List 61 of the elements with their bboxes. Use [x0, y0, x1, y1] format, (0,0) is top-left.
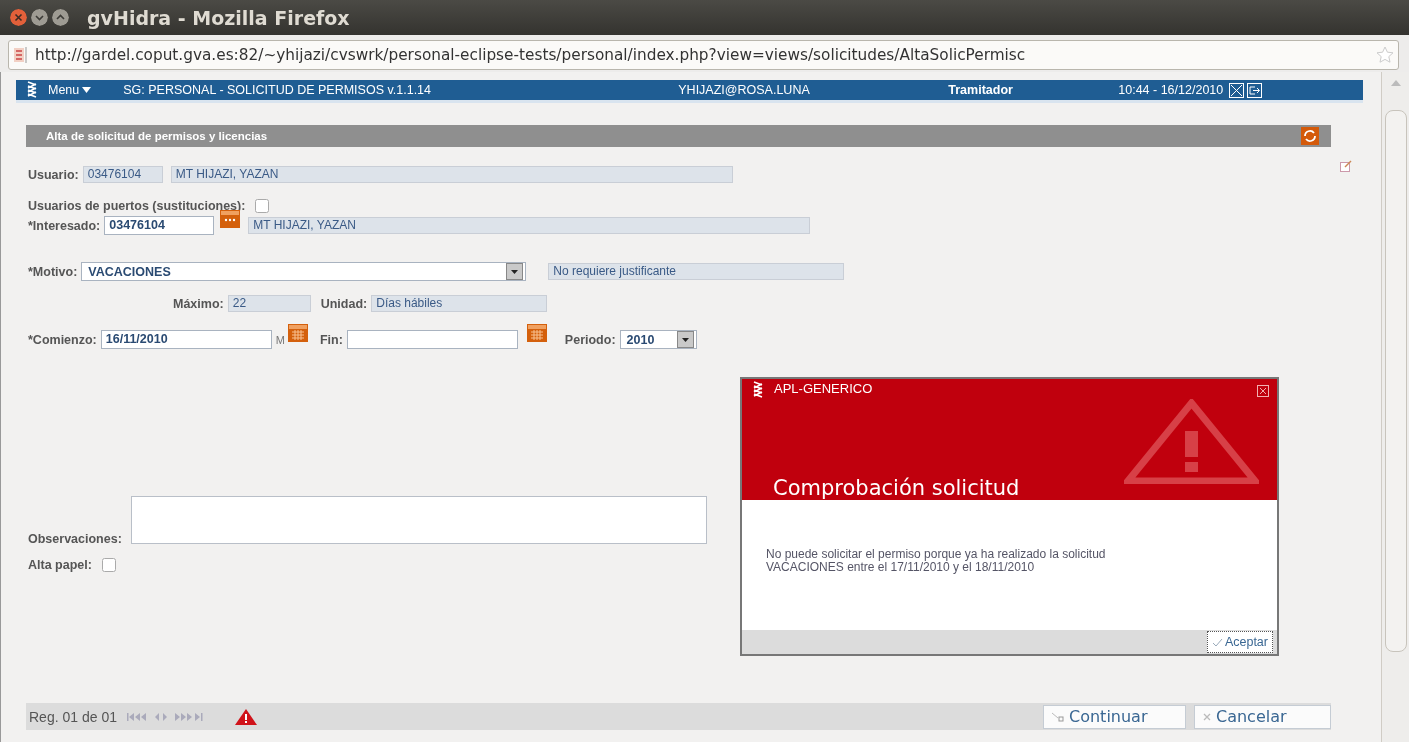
reason-dropdown[interactable]: VACACIONES	[81, 262, 527, 281]
logout-icon[interactable]	[1247, 82, 1263, 98]
logo-icon	[26, 81, 38, 99]
read-only-field: 03476104	[82, 166, 163, 183]
logo-icon	[752, 381, 764, 399]
caret-icon	[511, 269, 519, 274]
minimize-icon[interactable]	[31, 9, 48, 26]
field-label: Observaciones:	[28, 532, 122, 546]
user-name: YHIJAZI@ROSA.LUNA	[678, 83, 811, 97]
maximize-icon[interactable]	[52, 9, 69, 26]
warning-icon[interactable]	[234, 708, 257, 725]
date-time: 10:44 - 16/12/2010	[1118, 83, 1224, 97]
read-only-field: MT HIJAZI, YAZAN	[170, 166, 733, 183]
user-role: Tramitador	[948, 83, 1014, 97]
window-title: gvHidra - Mozilla Firefox	[87, 6, 350, 29]
star-icon[interactable]	[1376, 46, 1394, 64]
field-label: Alta papel:	[28, 558, 92, 572]
field-label: Unidad:	[320, 296, 368, 311]
date-field[interactable]: 16/11/2010	[100, 330, 272, 349]
field-label: *Comienzo:	[28, 332, 97, 347]
checkbox[interactable]	[101, 558, 116, 572]
field-label: *Interesado:	[28, 218, 101, 233]
date-format-label: M	[275, 333, 285, 346]
field-label: Periodo:	[564, 332, 616, 347]
read-only-field: Días hábiles	[371, 295, 548, 312]
record-counter: Reg. 01 de 01	[29, 708, 117, 725]
dialog-message: No puede solicitar el permiso porque ya ha realizado la solicitud VACACIONES entre el 17/11/2010 y el 18/11/2010	[766, 548, 1107, 574]
year-dropdown[interactable]: 2010	[619, 330, 697, 349]
read-only-field: 22	[227, 295, 311, 312]
dialog-title: Comprobación solicitud	[773, 476, 1020, 500]
close-icon[interactable]	[10, 9, 27, 26]
field-label: Usuarios de puertos (sustituciones):	[28, 199, 246, 213]
menu-button[interactable]: Menu	[48, 83, 92, 97]
caret-icon	[681, 337, 689, 342]
refresh-icon[interactable]	[1301, 127, 1319, 145]
field-label: *Motivo:	[28, 264, 78, 279]
warning-icon	[1124, 399, 1259, 484]
dialog-app-name: APL-GENERICO	[774, 381, 873, 396]
address-field[interactable]: http://gardel.coput.gva.es:82/~yhijazi/cvswrk/personal-eclipse-tests/personal/index.php?view=views/solicitudes/AltaSolicPermisc	[8, 40, 1399, 70]
read-only-field: No requiere justificante	[548, 263, 845, 280]
check-icon	[1211, 637, 1223, 647]
caret-icon	[82, 87, 92, 93]
close-icon[interactable]	[1257, 385, 1269, 397]
cancel-button[interactable]: Cancelar	[1194, 704, 1331, 729]
accept-button[interactable]: Aceptar	[1206, 631, 1273, 653]
calendar-icon[interactable]	[287, 324, 308, 342]
edit-icon[interactable]	[1340, 160, 1352, 172]
read-only-field: MT HIJAZI, YAZAN	[248, 217, 811, 234]
field-label: Fin:	[319, 332, 343, 347]
panel-title: Alta de solicitud de permisos y licencias	[46, 130, 268, 142]
calendar-icon[interactable]	[526, 324, 547, 342]
date-field[interactable]	[346, 330, 518, 349]
field-label: Máximo:	[173, 296, 224, 311]
code-field[interactable]: 03476104	[104, 216, 215, 235]
text-area[interactable]	[130, 496, 707, 544]
scrollbar-thumb[interactable]	[1384, 110, 1407, 652]
app-name: SG: PERSONAL - SOLICITUD DE PERMISOS v.1.1.14	[123, 83, 432, 97]
arrow-icon	[1050, 710, 1066, 723]
checkbox[interactable]	[255, 199, 270, 213]
field-label: Usuario:	[28, 167, 79, 182]
continue-button[interactable]: Continuar	[1043, 704, 1186, 729]
